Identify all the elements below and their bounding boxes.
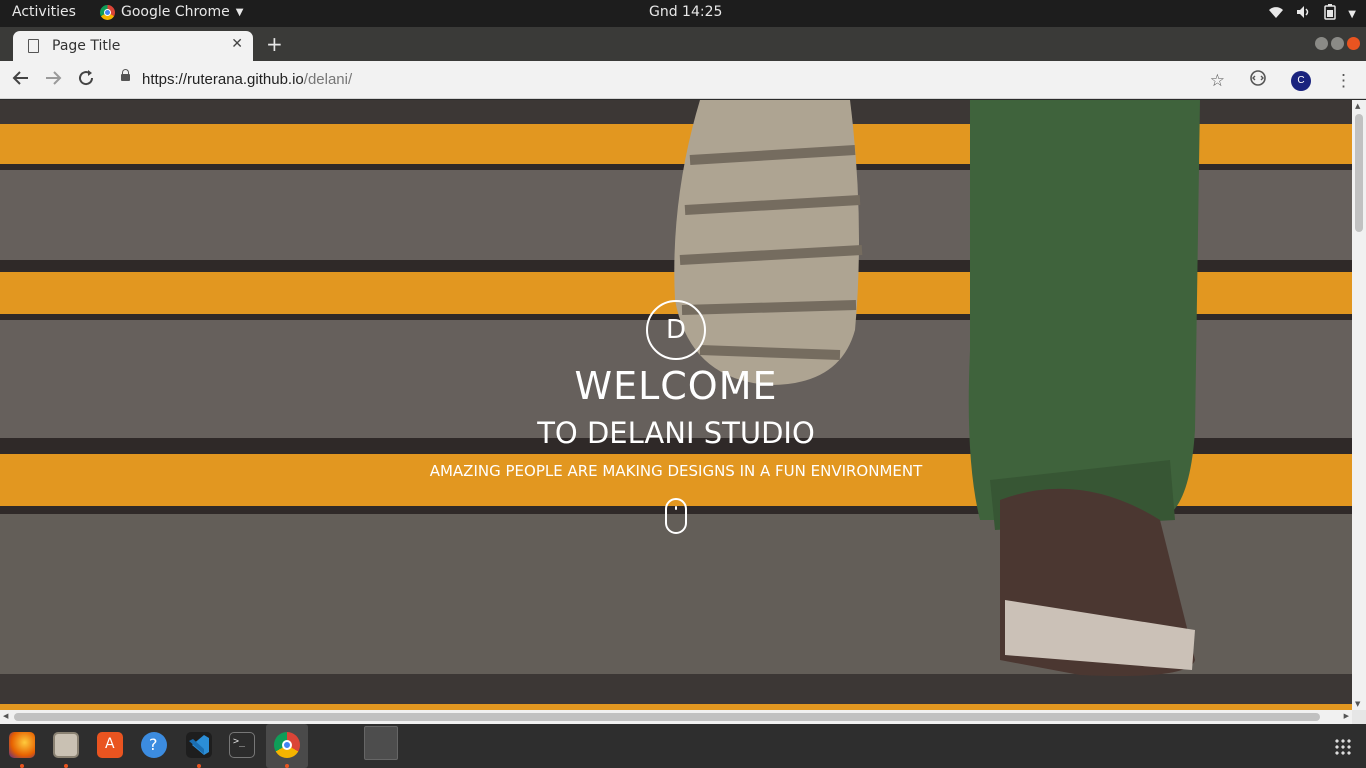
forward-icon[interactable] (44, 69, 62, 92)
volume-icon (1296, 5, 1312, 23)
wifi-icon (1268, 5, 1284, 23)
tab-title: Page Title (52, 38, 121, 54)
running-indicator (64, 764, 68, 768)
hero-subheading: TO DELANI STUDIO (537, 416, 815, 450)
url-host: https://ruterana.github.io (142, 71, 304, 88)
document-icon[interactable] (364, 726, 398, 760)
back-icon[interactable] (12, 69, 30, 92)
toolbar-actions: ☆ C ⋮ (1210, 69, 1352, 92)
app-menu[interactable]: Google Chrome ▼ (100, 4, 243, 20)
firefox-icon[interactable] (9, 732, 35, 758)
system-tray[interactable]: ▼ (1268, 4, 1356, 24)
hero-tagline: AMAZING PEOPLE ARE MAKING DESIGNS IN A F… (429, 462, 923, 480)
chevron-down-icon: ▼ (235, 6, 244, 18)
horizontal-scroll-thumb[interactable] (14, 713, 1320, 721)
running-indicator (197, 764, 201, 768)
clock[interactable]: Gnd 14:25 (649, 4, 722, 20)
software-icon[interactable]: A (97, 732, 123, 758)
url-path: /delani/ (303, 71, 353, 88)
scroll-right-icon[interactable]: ▶ (1344, 712, 1349, 720)
dock: A ? >_ (0, 724, 1366, 768)
horizontal-scrollbar[interactable]: ◀ ▶ (0, 710, 1352, 724)
files-icon[interactable] (53, 732, 79, 758)
close-tab-icon[interactable]: ✕ (231, 36, 243, 52)
chrome-icon[interactable] (274, 732, 300, 758)
browser-toolbar: https://ruterana.github.io/delani/ ☆ C ⋮ (0, 61, 1366, 99)
vertical-scroll-thumb[interactable] (1355, 114, 1363, 232)
running-indicator (285, 764, 289, 768)
chevron-down-icon: ▼ (1348, 8, 1356, 20)
hero-background: D WELCOME TO DELANI STUDIO AMAZING PEOPL… (0, 100, 1352, 710)
window-controls (1315, 37, 1360, 50)
terminal-icon[interactable]: >_ (229, 732, 255, 758)
reload-icon[interactable] (77, 69, 95, 92)
help-icon[interactable]: ? (141, 732, 167, 758)
page-viewport: D WELCOME TO DELANI STUDIO AMAZING PEOPL… (0, 100, 1352, 710)
logo-letter: D (665, 315, 687, 345)
running-indicator (20, 764, 24, 768)
browser-tab[interactable]: Page Title ✕ (13, 31, 253, 61)
vscode-icon[interactable] (186, 732, 212, 758)
profile-avatar[interactable]: C (1291, 70, 1311, 91)
chrome-icon (100, 4, 115, 20)
scrollbar-corner (1352, 710, 1366, 724)
more-menu-icon[interactable]: ⋮ (1335, 71, 1352, 91)
show-applications-icon[interactable] (1334, 738, 1352, 756)
hero-content: D WELCOME TO DELANI STUDIO AMAZING PEOPL… (0, 300, 1352, 534)
scroll-down-mouse-icon[interactable] (665, 498, 687, 534)
maximize-button[interactable] (1331, 37, 1344, 50)
scroll-up-icon[interactable]: ▲ (1355, 102, 1360, 110)
vertical-scrollbar[interactable]: ▲ ▼ (1352, 100, 1366, 710)
app-menu-label: Google Chrome (121, 4, 230, 20)
activities-button[interactable]: Activities (12, 4, 76, 20)
page-icon (28, 39, 39, 53)
extension-icon[interactable] (1249, 69, 1267, 92)
delani-logo: D (646, 300, 706, 360)
hero-heading: WELCOME (574, 364, 778, 408)
close-window-button[interactable] (1347, 37, 1360, 50)
bookmark-star-icon[interactable]: ☆ (1210, 71, 1225, 91)
minimize-button[interactable] (1315, 37, 1328, 50)
new-tab-button[interactable]: + (266, 32, 283, 56)
address-bar[interactable]: https://ruterana.github.io/delani/ (142, 71, 352, 88)
tab-strip: Page Title ✕ + (0, 27, 1366, 61)
system-top-bar: Activities Google Chrome ▼ Gnd 14:25 ▼ (0, 0, 1366, 27)
scroll-down-icon[interactable]: ▼ (1355, 700, 1360, 708)
scroll-left-icon[interactable]: ◀ (3, 712, 8, 720)
lock-icon[interactable] (121, 69, 130, 81)
battery-icon (1324, 4, 1337, 24)
